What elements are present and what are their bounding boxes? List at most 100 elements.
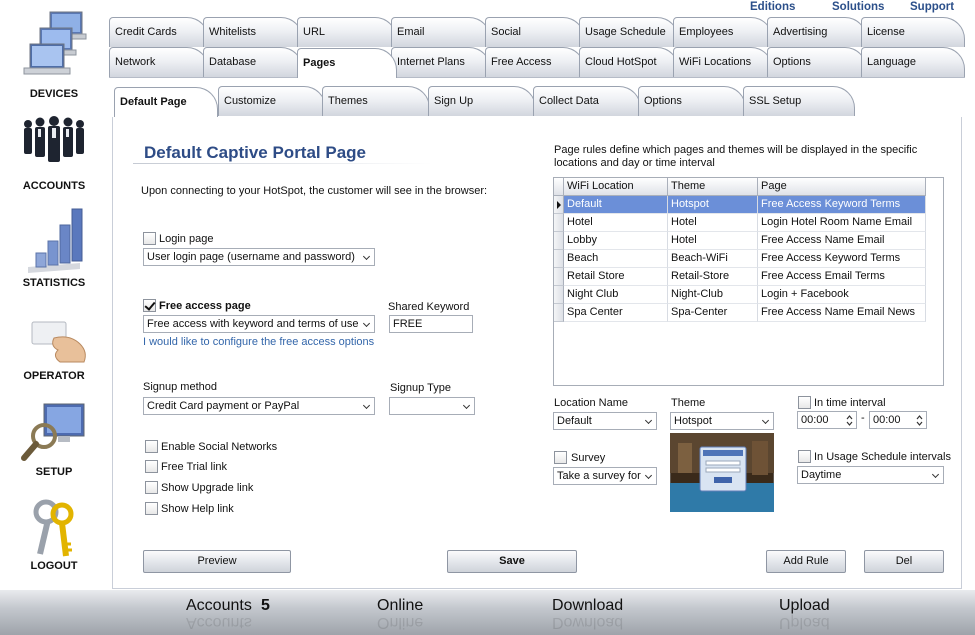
tab-social[interactable]: Social	[485, 17, 585, 47]
grid-cell[interactable]: Night-Club	[668, 286, 758, 304]
grid-cell[interactable]: Spa Center	[564, 304, 668, 322]
grid-cell[interactable]: Login Hotel Room Name Email	[758, 214, 926, 232]
grid-cell[interactable]: Login + Facebook	[758, 286, 926, 304]
page-rules-grid: WiFi Location Theme Page Default Hotspot F…	[553, 177, 944, 386]
configure-free-access-link[interactable]: I would like to configure the free acces…	[143, 336, 374, 348]
tab-default-page[interactable]: Default Page	[114, 87, 218, 117]
tab-sign-up[interactable]: Sign Up	[428, 86, 536, 116]
grid-cell[interactable]: Free Access Name Email News	[758, 304, 926, 322]
grid-row-header[interactable]	[554, 268, 564, 286]
free-access-select[interactable]: Free access with keyword and terms of us…	[143, 315, 375, 333]
grid-cell[interactable]: Night Club	[564, 286, 668, 304]
grid-header-theme[interactable]: Theme	[668, 178, 758, 196]
grid-row-header[interactable]	[554, 286, 564, 304]
tab-url[interactable]: URL	[297, 17, 397, 47]
usage-schedule-checkbox[interactable]	[798, 450, 811, 463]
nav-logout[interactable]: LOGOUT	[0, 496, 108, 572]
survey-select[interactable]: Take a survey for	[553, 467, 657, 485]
free-trial-link-checkbox[interactable]	[145, 460, 158, 473]
tab-options-sub[interactable]: Options	[638, 86, 746, 116]
grid-cell[interactable]: Free Access Keyword Terms	[758, 196, 926, 214]
show-upgrade-link-checkbox[interactable]	[145, 481, 158, 494]
grid-row-header[interactable]	[554, 214, 564, 232]
survey-checkbox[interactable]	[554, 451, 567, 464]
tab-collect-data[interactable]: Collect Data	[533, 86, 641, 116]
grid-cell[interactable]: Retail-Store	[668, 268, 758, 286]
left-navigation: DEVICES ACCOUNTS STATISTICS OPERATOR SET…	[0, 0, 108, 590]
tab-advertising[interactable]: Advertising	[767, 17, 867, 47]
tab-wifi-locations[interactable]: WiFi Locations	[673, 47, 773, 77]
show-help-link-checkbox[interactable]	[145, 502, 158, 515]
tab-language[interactable]: Language	[861, 47, 965, 77]
tab-themes[interactable]: Themes	[322, 86, 430, 116]
editions-link[interactable]: Editions	[750, 1, 795, 13]
grid-header-page[interactable]: Page	[758, 178, 926, 196]
tab-employees[interactable]: Employees	[673, 17, 773, 47]
delete-rule-button[interactable]: Del	[864, 550, 944, 573]
tab-whitelists[interactable]: Whitelists	[203, 17, 303, 47]
spinner-arrows-icon	[846, 415, 853, 426]
chevron-down-icon	[362, 401, 371, 410]
shared-keyword-input[interactable]: FREE	[389, 315, 473, 333]
grid-cell[interactable]: Default	[564, 196, 668, 214]
save-button[interactable]: Save	[447, 550, 577, 573]
signup-type-select[interactable]	[389, 397, 475, 415]
tab-usage-schedule[interactable]: Usage Schedule	[579, 17, 679, 47]
nav-statistics[interactable]: STATISTICS	[0, 205, 108, 289]
preview-button[interactable]: Preview	[143, 550, 291, 573]
nav-devices[interactable]: DEVICES	[0, 8, 108, 100]
grid-row-header[interactable]	[554, 232, 564, 250]
time-interval-checkbox[interactable]	[798, 396, 811, 409]
nav-logout-label: LOGOUT	[30, 560, 78, 572]
grid-row-header[interactable]	[554, 250, 564, 268]
login-page-select[interactable]: User login page (username and password)	[143, 248, 375, 266]
location-name-value: Default	[557, 415, 592, 427]
upload-stat-reflection: Upload	[779, 614, 830, 631]
tab-database[interactable]: Database	[203, 47, 303, 77]
grid-cell[interactable]: Lobby	[564, 232, 668, 250]
grid-cell[interactable]: Beach	[564, 250, 668, 268]
nav-operator[interactable]: OPERATOR	[0, 316, 108, 382]
signup-method-select[interactable]: Credit Card payment or PayPal	[143, 397, 375, 415]
usage-schedule-select[interactable]: Daytime	[797, 466, 944, 484]
grid-cell[interactable]: Retail Store	[564, 268, 668, 286]
grid-cell[interactable]: Free Access Email Terms	[758, 268, 926, 286]
time-from-spinner[interactable]: 00:00	[797, 411, 857, 429]
survey-select-value: Take a survey for	[557, 470, 641, 482]
grid-row-header[interactable]	[554, 196, 564, 214]
grid-cell[interactable]: Free Access Name Email	[758, 232, 926, 250]
time-interval-label: In time interval	[814, 397, 886, 409]
grid-header-location[interactable]: WiFi Location	[564, 178, 668, 196]
tab-pages[interactable]: Pages	[297, 48, 397, 78]
grid-row-header[interactable]	[554, 304, 564, 322]
grid-cell[interactable]: Free Access Keyword Terms	[758, 250, 926, 268]
tab-email[interactable]: Email	[391, 17, 491, 47]
grid-cell[interactable]: Beach-WiFi	[668, 250, 758, 268]
nav-setup[interactable]: SETUP	[0, 402, 108, 478]
grid-cell[interactable]: Hotel	[668, 214, 758, 232]
login-page-checkbox[interactable]	[143, 232, 156, 245]
location-name-select[interactable]: Default	[553, 412, 657, 430]
tab-options-main[interactable]: Options	[767, 47, 867, 77]
tab-customize[interactable]: Customize	[218, 86, 326, 116]
grid-cell[interactable]: Hotel	[668, 232, 758, 250]
tab-internet-plans[interactable]: Internet Plans	[391, 47, 491, 77]
grid-cell[interactable]: Hotspot	[668, 196, 758, 214]
tab-free-access[interactable]: Free Access	[485, 47, 585, 77]
devices-icon	[23, 11, 87, 75]
grid-cell[interactable]: Spa-Center	[668, 304, 758, 322]
support-link[interactable]: Support	[910, 1, 954, 13]
tab-credit-cards[interactable]: Credit Cards	[109, 17, 209, 47]
nav-accounts[interactable]: ACCOUNTS	[0, 112, 108, 192]
add-rule-button[interactable]: Add Rule	[766, 550, 846, 573]
tab-ssl-setup[interactable]: SSL Setup	[743, 86, 855, 116]
solutions-link[interactable]: Solutions	[832, 1, 884, 13]
enable-social-networks-checkbox[interactable]	[145, 440, 158, 453]
time-to-spinner[interactable]: 00:00	[869, 411, 927, 429]
theme-select[interactable]: Hotspot	[670, 412, 774, 430]
free-access-checkbox[interactable]	[143, 299, 156, 312]
tab-network[interactable]: Network	[109, 47, 209, 77]
tab-license[interactable]: License	[861, 17, 965, 47]
grid-cell[interactable]: Hotel	[564, 214, 668, 232]
tab-cloud-hotspot[interactable]: Cloud HotSpot	[579, 47, 679, 77]
